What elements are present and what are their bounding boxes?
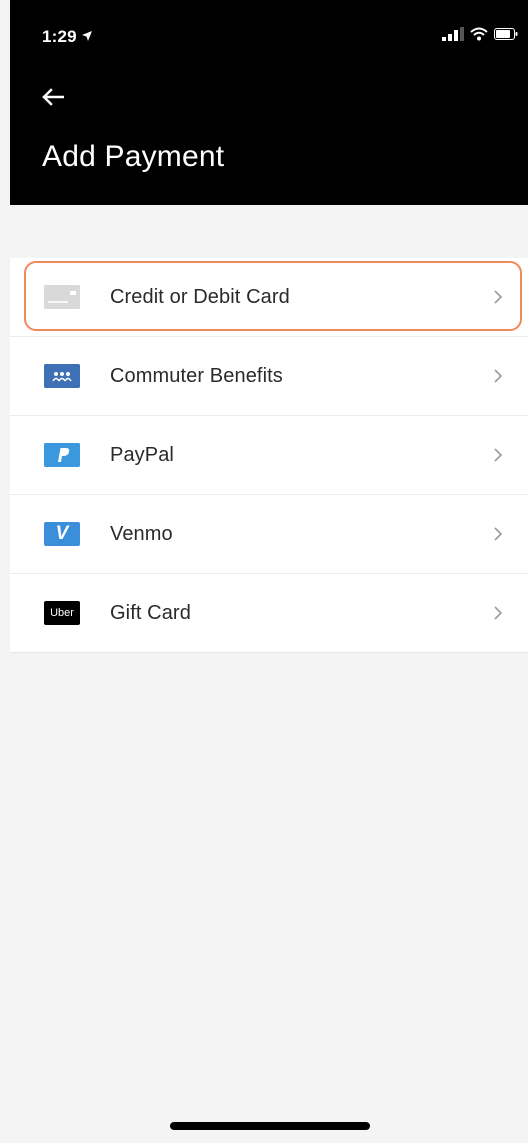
location-arrow-icon bbox=[81, 27, 93, 47]
payment-method-list: Credit or Debit Card Commuter Benefits P… bbox=[10, 258, 528, 653]
method-label-venmo: Venmo bbox=[110, 522, 173, 545]
status-bar: 1:29 bbox=[10, 0, 528, 80]
status-time-group: 1:29 bbox=[42, 27, 93, 47]
venmo-icon: V bbox=[44, 522, 80, 546]
signal-icon bbox=[442, 27, 464, 46]
home-indicator[interactable] bbox=[170, 1122, 370, 1130]
venmo-icon-letter: V bbox=[55, 523, 69, 544]
payment-method-credit-card[interactable]: Credit or Debit Card bbox=[10, 258, 528, 337]
battery-icon bbox=[494, 27, 518, 46]
status-icons bbox=[442, 27, 518, 46]
paypal-icon bbox=[44, 443, 80, 467]
page-title: Add Payment bbox=[42, 140, 225, 173]
credit-card-icon bbox=[44, 285, 80, 309]
payment-method-venmo[interactable]: V Venmo bbox=[10, 495, 528, 574]
chevron-right-icon bbox=[490, 447, 506, 463]
uber-icon-text: Uber bbox=[50, 607, 74, 619]
commuter-benefits-icon bbox=[44, 364, 80, 388]
payment-method-gift-card[interactable]: Uber Gift Card bbox=[10, 574, 528, 653]
status-time: 1:29 bbox=[42, 27, 77, 46]
uber-gift-card-icon: Uber bbox=[44, 601, 80, 625]
header-bar: 1:29 Add Payment bbox=[10, 0, 528, 205]
wifi-icon bbox=[470, 27, 488, 46]
method-label-paypal: PayPal bbox=[110, 443, 174, 466]
method-label-credit-card: Credit or Debit Card bbox=[110, 285, 290, 308]
payment-method-paypal[interactable]: PayPal bbox=[10, 416, 528, 495]
chevron-right-icon bbox=[490, 605, 506, 621]
chevron-right-icon bbox=[490, 526, 506, 542]
payment-method-commuter-benefits[interactable]: Commuter Benefits bbox=[10, 337, 528, 416]
chevron-right-icon bbox=[490, 289, 506, 305]
method-label-gift-card: Gift Card bbox=[110, 601, 191, 624]
back-button[interactable] bbox=[38, 84, 68, 114]
method-label-commuter-benefits: Commuter Benefits bbox=[110, 364, 283, 387]
chevron-right-icon bbox=[490, 368, 506, 384]
back-arrow-icon bbox=[42, 87, 65, 111]
